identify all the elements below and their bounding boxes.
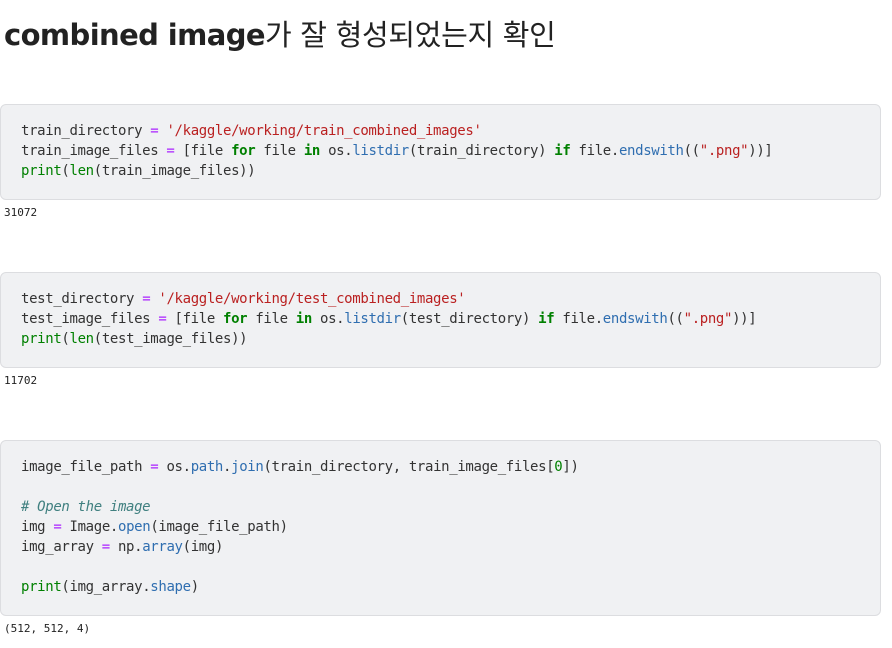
code-cell-2[interactable]: test_directory = '/kaggle/working/test_c… bbox=[0, 272, 881, 368]
heading-korean-text: 가 잘 형성되었는지 확인 bbox=[264, 18, 556, 52]
code-line: print(len(train_image_files)) bbox=[21, 163, 256, 179]
code-line: img_array = np.array(img) bbox=[21, 539, 224, 555]
code-line: image_file_path = os.path.join(train_dir… bbox=[21, 459, 579, 475]
code-line: print(img_array.shape) bbox=[21, 579, 199, 595]
code-editor[interactable]: train_directory = '/kaggle/working/train… bbox=[21, 121, 860, 181]
cell-output-2: 11702 bbox=[4, 374, 38, 387]
code-line: train_image_files = [file for file in os… bbox=[21, 143, 773, 159]
code-line: test_image_files = [file for file in os.… bbox=[21, 311, 757, 327]
heading-latin-text: combined image bbox=[4, 18, 266, 52]
code-cell-3[interactable]: image_file_path = os.path.join(train_dir… bbox=[0, 440, 881, 616]
code-comment: # Open the image bbox=[21, 499, 151, 515]
code-editor[interactable]: test_directory = '/kaggle/working/test_c… bbox=[21, 289, 860, 349]
cell-output-1: 31072 bbox=[4, 206, 38, 219]
code-editor[interactable]: image_file_path = os.path.join(train_dir… bbox=[21, 457, 860, 597]
code-cell-1[interactable]: train_directory = '/kaggle/working/train… bbox=[0, 104, 881, 200]
code-line: img = Image.open(image_file_path) bbox=[21, 519, 288, 535]
code-line: test_directory = '/kaggle/working/test_c… bbox=[21, 291, 466, 307]
code-line: train_directory = '/kaggle/working/train… bbox=[21, 123, 482, 139]
code-line: print(len(test_image_files)) bbox=[21, 331, 248, 347]
cell-output-3: (512, 512, 4) bbox=[4, 622, 91, 635]
markdown-heading: combined image가 잘 형성되었는지 확인 bbox=[4, 12, 556, 54]
